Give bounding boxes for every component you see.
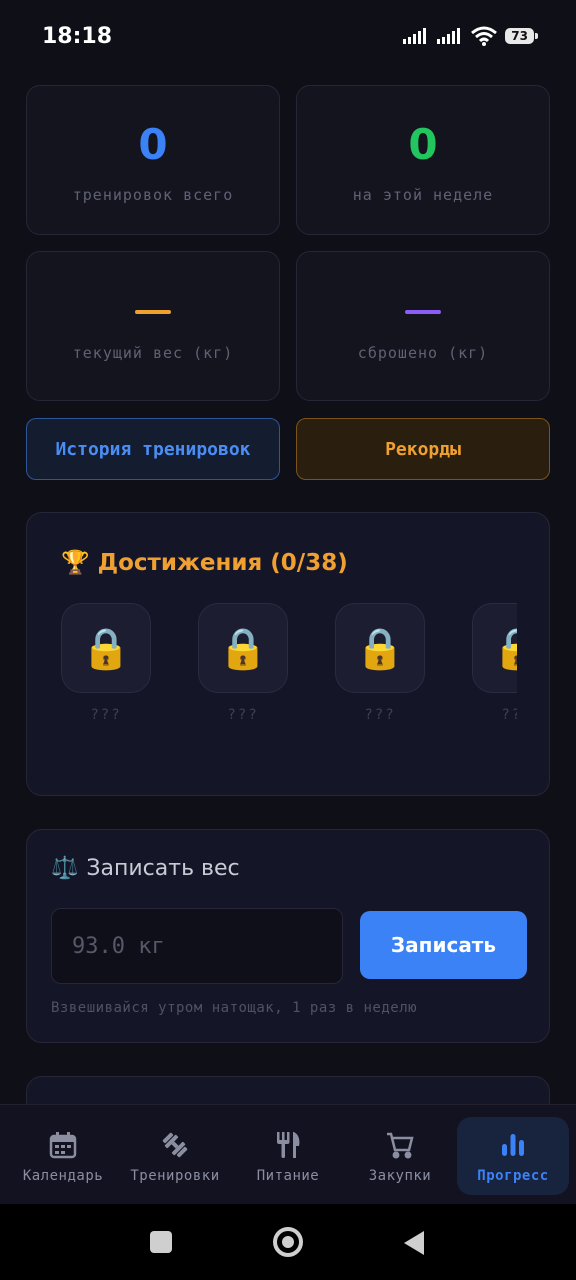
achievement-name: ???	[501, 707, 517, 723]
achievements-title-text: Достижения (0/38)	[97, 549, 348, 576]
nav-label: Закупки	[368, 1168, 432, 1184]
stat-label: тренировок всего	[72, 186, 234, 204]
cart-icon	[383, 1128, 417, 1162]
nav-calendar[interactable]: Календарь	[7, 1117, 119, 1195]
achievements-list[interactable]: 🔒 ??? 🔒 ??? 🔒 ??? 🔒 ???	[61, 603, 517, 733]
stat-empty-dash	[135, 310, 171, 314]
record-weight-title: ⚖️ Записать вес	[51, 856, 240, 881]
stat-label: сброшено (кг)	[357, 344, 489, 362]
recent-apps-icon[interactable]	[150, 1231, 172, 1253]
back-icon[interactable]	[404, 1231, 424, 1255]
achievement-name: ???	[90, 707, 122, 723]
stat-total-workouts: 0 тренировок всего	[26, 85, 280, 235]
nav-workouts[interactable]: Тренировки	[119, 1117, 231, 1195]
stat-label: текущий вес (кг)	[72, 344, 234, 362]
lock-icon: 🔒	[472, 603, 517, 693]
achievement-name: ???	[364, 707, 396, 723]
records-button[interactable]: Рекорды	[296, 418, 550, 480]
stat-current-weight: текущий вес (кг)	[26, 251, 280, 401]
utensils-icon	[271, 1128, 305, 1162]
record-weight-button[interactable]: Записать	[360, 911, 527, 979]
achievement-name: ???	[227, 707, 259, 723]
bar-chart-icon	[496, 1128, 530, 1162]
nav-label: Календарь	[22, 1168, 104, 1184]
dumbbell-icon	[158, 1128, 192, 1162]
lock-icon: 🔒	[61, 603, 151, 693]
achievement-item[interactable]: 🔒 ???	[198, 603, 288, 723]
achievement-item[interactable]: 🔒 ???	[472, 603, 517, 723]
weight-hint: Взвешивайся утром натощак, 1 раз в недел…	[51, 1000, 418, 1016]
achievement-item[interactable]: 🔒 ???	[335, 603, 425, 723]
status-bar: 18:18 73	[0, 0, 576, 72]
calendar-icon	[46, 1128, 80, 1162]
progress-screen: 0 тренировок всего 0 на этой неделе теку…	[0, 72, 576, 1104]
achievements-panel: 🏆 Достижения (0/38) 🔒 ??? 🔒 ??? 🔒 ??? 🔒 …	[26, 512, 550, 796]
system-navigation-bar	[0, 1204, 576, 1280]
stat-week-workouts: 0 на этой неделе	[296, 85, 550, 235]
lock-icon: 🔒	[198, 603, 288, 693]
bottom-navigation: Календарь Тренировки Питание Закупки Про…	[0, 1104, 576, 1204]
battery-level: 73	[505, 28, 538, 44]
signal-icon	[403, 28, 427, 44]
achievement-item[interactable]: 🔒 ???	[61, 603, 151, 723]
stat-label: на этой неделе	[352, 186, 494, 204]
status-icons: 73	[403, 26, 538, 46]
wifi-icon	[471, 26, 498, 46]
stat-weight-lost: сброшено (кг)	[296, 251, 550, 401]
workout-history-button[interactable]: История тренировок	[26, 418, 280, 480]
stat-value: 0	[408, 120, 438, 169]
stat-value: 0	[138, 120, 168, 169]
achievements-title: 🏆 Достижения (0/38)	[61, 549, 348, 577]
record-weight-title-text: Записать вес	[86, 856, 240, 881]
nav-progress[interactable]: Прогресс	[457, 1117, 569, 1195]
nav-label: Тренировки	[130, 1168, 220, 1184]
stat-empty-dash	[405, 310, 441, 314]
weight-input[interactable]	[51, 908, 343, 984]
lock-icon: 🔒	[335, 603, 425, 693]
nav-label: Питание	[256, 1168, 320, 1184]
nav-nutrition[interactable]: Питание	[232, 1117, 344, 1195]
signal-icon	[437, 28, 461, 44]
nav-label: Прогресс	[477, 1168, 549, 1184]
record-weight-panel: ⚖️ Записать вес Записать Взвешивайся утр…	[26, 829, 550, 1043]
status-time: 18:18	[42, 23, 113, 49]
scale-icon: ⚖️	[51, 856, 79, 881]
trophy-icon: 🏆	[61, 550, 90, 576]
home-icon[interactable]	[273, 1227, 303, 1257]
nav-shopping[interactable]: Закупки	[344, 1117, 456, 1195]
next-panel	[26, 1076, 550, 1104]
